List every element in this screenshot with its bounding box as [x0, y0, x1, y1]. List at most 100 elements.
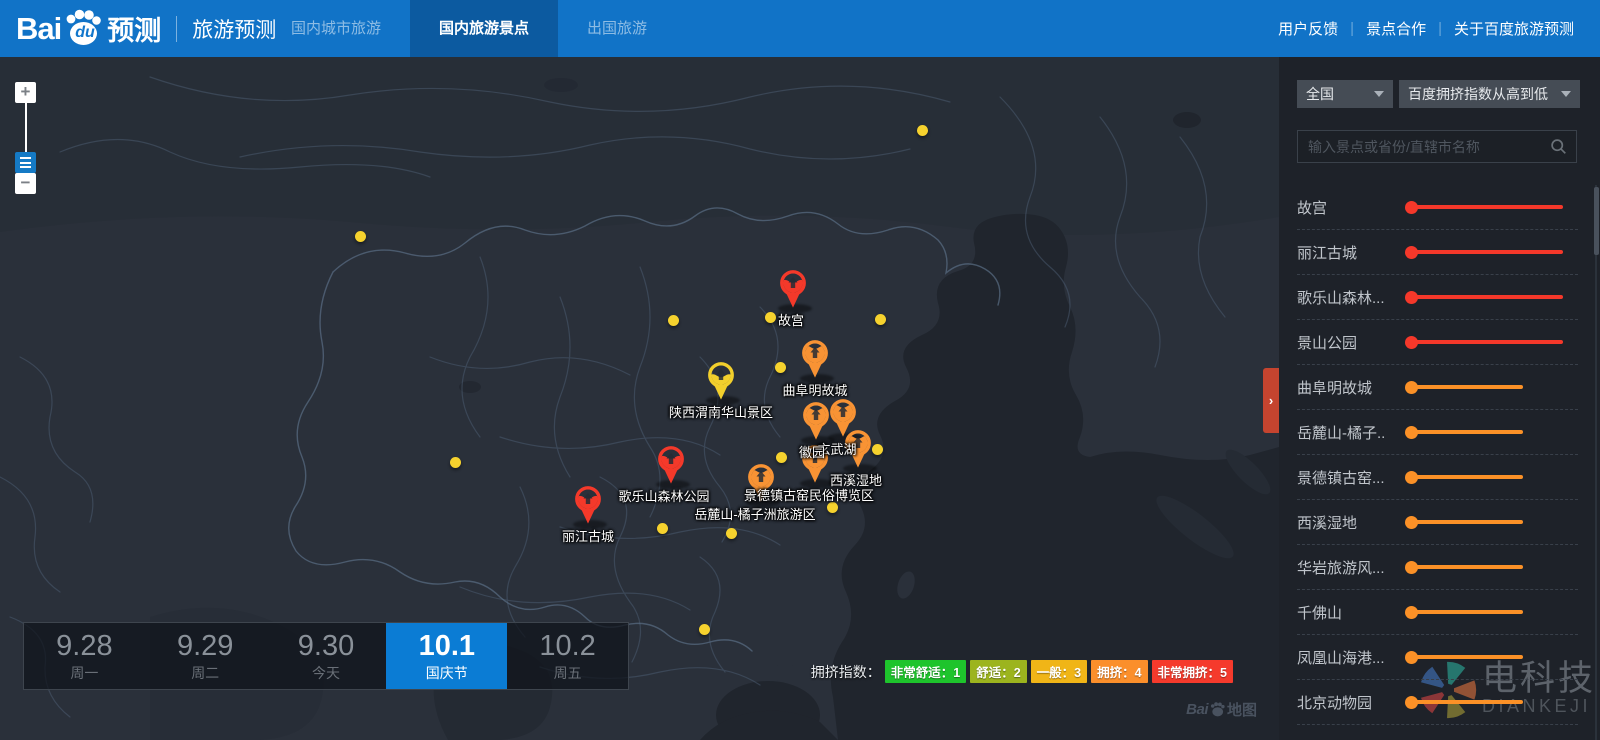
search-input[interactable]: [1298, 138, 1550, 155]
map-pin-orange[interactable]: [801, 401, 831, 441]
nav-tab[interactable]: 国内旅游景点: [410, 0, 559, 57]
list-item[interactable]: 景德镇古窑...: [1297, 455, 1578, 500]
bar-line: [1412, 205, 1563, 209]
zoom-out-button[interactable]: −: [15, 173, 36, 194]
search-icon[interactable]: [1550, 138, 1567, 155]
header-link[interactable]: 关于百度旅游预测: [1442, 18, 1586, 39]
map-zoom-control: + −: [15, 82, 36, 194]
date-cell[interactable]: 10.1 国庆节: [386, 623, 508, 689]
poi-dot[interactable]: [917, 125, 928, 136]
date-number: 10.1: [418, 630, 476, 662]
nav-tab[interactable]: 出国旅游: [558, 0, 676, 57]
poi-dot[interactable]: [765, 312, 776, 323]
chevron-down-icon: [1561, 91, 1571, 97]
scrollbar-thumb[interactable]: [1594, 187, 1599, 255]
logo-brand: 预测: [107, 16, 162, 46]
legend-badge: 拥挤：4: [1091, 660, 1148, 683]
list-item[interactable]: 凤凰山海港...: [1297, 635, 1578, 680]
date-selector: 9.28 周一 9.29 周二 9.30 今天 10.1 国庆节 10.2 周五: [23, 622, 629, 690]
crowding-bar: [1405, 560, 1578, 574]
bar-line: [1412, 475, 1523, 479]
map-canvas[interactable]: 故宫 曲阜明故城 陕西渭南华山景区 玄武湖 徽园 西溪湿地 景德镇古窑民俗博览区 歌乐山森林公…: [0, 57, 1279, 740]
map-pin-label: 丽江古城: [561, 529, 615, 544]
map-pin-red[interactable]: [573, 485, 603, 525]
date-day: 周一: [70, 665, 99, 681]
bar-line: [1412, 565, 1523, 569]
crowding-bar: [1405, 650, 1578, 664]
spot-name: 歌乐山森林...: [1297, 289, 1385, 307]
date-number: 9.28: [56, 630, 113, 662]
list-item[interactable]: 故宫: [1297, 185, 1578, 230]
bar-line: [1412, 385, 1523, 389]
list-item[interactable]: 华岩旅游风...: [1297, 545, 1578, 590]
crowding-bar: [1405, 335, 1578, 349]
crowding-bar: [1405, 425, 1578, 439]
poi-dot[interactable]: [775, 362, 786, 373]
sort-dropdown[interactable]: 百度拥挤指数从高到低: [1399, 80, 1580, 108]
list-item[interactable]: 北京动物园: [1297, 680, 1578, 725]
date-cell[interactable]: 9.30 今天: [266, 623, 387, 689]
poi-dot[interactable]: [872, 444, 883, 455]
crowding-bar: [1405, 695, 1578, 709]
map-pin-yellow[interactable]: [706, 361, 736, 401]
map-pin-red[interactable]: [656, 445, 686, 485]
poi-dot[interactable]: [657, 523, 668, 534]
crowding-bar: [1405, 515, 1578, 529]
map-pin-label: 徽园: [798, 445, 826, 460]
crowding-bar: [1405, 470, 1578, 484]
legend-badge: 舒适：2: [970, 660, 1027, 683]
map-pin-label: 景德镇古窑民俗博览区: [743, 488, 875, 503]
date-cell[interactable]: 9.29 周二: [145, 623, 266, 689]
sort-dropdown-value: 百度拥挤指数从高到低: [1408, 86, 1548, 102]
logo-text-du: du: [75, 23, 95, 41]
region-dropdown[interactable]: 全国: [1297, 80, 1393, 108]
list-item[interactable]: 西溪湿地: [1297, 500, 1578, 545]
map-pin-label: 陕西渭南华山景区: [668, 405, 774, 420]
attribution-bai: Bai: [1186, 701, 1208, 718]
poi-dot[interactable]: [668, 315, 679, 326]
app: Bai du 预测 旅游预测 国内城市旅游 国内旅游景点 出国旅游 用户反馈 | 景点合…: [0, 0, 1600, 740]
list-item[interactable]: 景山公园: [1297, 320, 1578, 365]
sidebar-collapse-handle[interactable]: ›: [1263, 368, 1279, 433]
map-pin-label: 故宫: [777, 313, 805, 328]
map-pin-red[interactable]: [778, 269, 808, 309]
poi-dot[interactable]: [726, 528, 737, 539]
crowding-bar: [1405, 290, 1578, 304]
sidebar-content: 全国 百度拥挤指数从高到低 故宫丽江古城歌乐山森林... 景山公园曲阜明故城岳麓山…: [1279, 57, 1600, 740]
bar-line: [1412, 700, 1523, 704]
map-pin-orange[interactable]: [800, 339, 830, 379]
zoom-slider-track[interactable]: [24, 103, 27, 152]
date-number: 10.2: [539, 630, 596, 662]
spot-name: 华岩旅游风...: [1297, 559, 1385, 577]
zoom-in-button[interactable]: +: [15, 82, 36, 103]
header-link[interactable]: 景点合作: [1354, 18, 1438, 39]
filter-row: 全国 百度拥挤指数从高到低: [1297, 80, 1580, 108]
poi-dot[interactable]: [875, 314, 886, 325]
bar-line: [1412, 520, 1523, 524]
date-cell[interactable]: 10.2 周五: [507, 623, 628, 689]
spot-list: 故宫丽江古城歌乐山森林... 景山公园曲阜明故城 岳麓山-橘子.. 景德镇古窑... 西…: [1297, 185, 1578, 725]
poi-dot[interactable]: [355, 231, 366, 242]
list-item[interactable]: 千佛山: [1297, 590, 1578, 635]
spot-name: 景山公园: [1297, 334, 1358, 352]
nav-tab[interactable]: 国内城市旅游: [262, 0, 410, 57]
poi-dot[interactable]: [450, 457, 461, 468]
date-day: 今天: [311, 665, 340, 681]
date-cell[interactable]: 9.28 周一: [24, 623, 145, 689]
poi-dot[interactable]: [776, 452, 787, 463]
baidu-logo[interactable]: Bai du 预测 旅游预测: [16, 0, 276, 57]
list-item[interactable]: 歌乐山森林...: [1297, 275, 1578, 320]
spot-name: 故宫: [1297, 199, 1328, 217]
list-item[interactable]: 曲阜明故城: [1297, 365, 1578, 410]
top-navbar: Bai du 预测 旅游预测 国内城市旅游 国内旅游景点 出国旅游 用户反馈 | 景点合…: [0, 0, 1600, 57]
poi-dot[interactable]: [699, 624, 710, 635]
region-dropdown-value: 全国: [1306, 86, 1334, 102]
header-link[interactable]: 用户反馈: [1266, 18, 1350, 39]
scrollbar-track[interactable]: [1595, 185, 1597, 740]
list-item[interactable]: 岳麓山-橘子..: [1297, 410, 1578, 455]
chevron-right-icon: ›: [1268, 393, 1274, 408]
list-item[interactable]: 丽江古城: [1297, 230, 1578, 275]
legend-badge: 非常拥挤：5: [1151, 660, 1233, 683]
zoom-slider-handle[interactable]: [15, 152, 36, 173]
bar-line: [1412, 610, 1523, 614]
